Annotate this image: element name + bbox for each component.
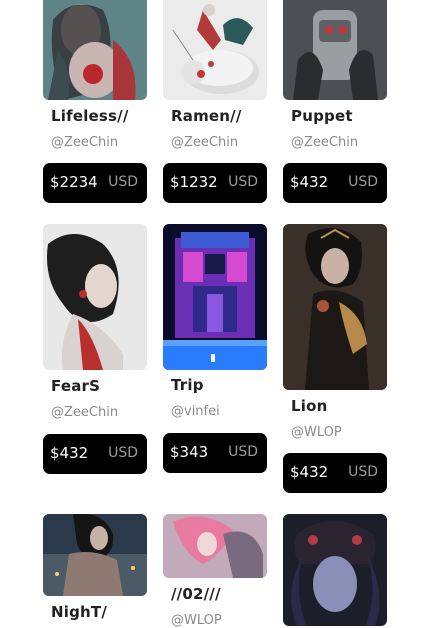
card-title: FearS (51, 377, 101, 395)
price-currency: USD (348, 464, 378, 480)
price-amount: $2234 (50, 173, 98, 191)
creator-handle[interactable]: @vinfei (171, 404, 220, 419)
price-button[interactable]: $432 USD (283, 163, 387, 203)
artwork-image[interactable] (283, 0, 387, 100)
price-button[interactable]: $1232 USD (163, 163, 267, 203)
price-amount: $343 (170, 443, 209, 461)
creator-handle[interactable]: @ZeeChin (51, 405, 118, 420)
creator-handle[interactable]: @ZeeChin (51, 135, 118, 150)
price-amount: $432 (290, 463, 329, 481)
artwork-image[interactable] (283, 514, 387, 626)
artwork-image[interactable] (43, 514, 147, 596)
price-button[interactable]: $432 USD (43, 434, 147, 474)
card-title: Trip (171, 376, 204, 394)
artwork-image[interactable] (43, 224, 147, 370)
creator-handle[interactable]: @ZeeChin (171, 135, 238, 150)
artwork-image[interactable] (43, 0, 147, 100)
price-currency: USD (228, 444, 258, 460)
card-title: //02/// (171, 585, 221, 603)
price-amount: $1232 (170, 173, 218, 191)
price-currency: USD (108, 174, 138, 190)
price-button[interactable]: $343 USD (163, 433, 267, 473)
price-button[interactable]: $432 USD (283, 453, 387, 493)
price-amount: $432 (290, 173, 329, 191)
artwork-image[interactable] (163, 0, 267, 100)
price-currency: USD (228, 174, 258, 190)
artwork-image[interactable] (163, 514, 267, 578)
creator-handle[interactable]: @ZeeChin (291, 135, 358, 150)
price-amount: $432 (50, 444, 89, 462)
card-title: NighT/ (51, 603, 108, 621)
price-button[interactable]: $2234 USD (43, 163, 147, 203)
price-currency: USD (348, 174, 378, 190)
artwork-image[interactable] (163, 224, 267, 370)
card-title: Lifeless// (51, 107, 129, 125)
card-title: Ramen// (171, 107, 242, 125)
card-title: Puppet (291, 107, 353, 125)
card-title: Lion (291, 397, 328, 415)
creator-handle[interactable]: @WLOP (291, 425, 342, 440)
artwork-image[interactable] (283, 224, 387, 390)
price-currency: USD (108, 445, 138, 461)
